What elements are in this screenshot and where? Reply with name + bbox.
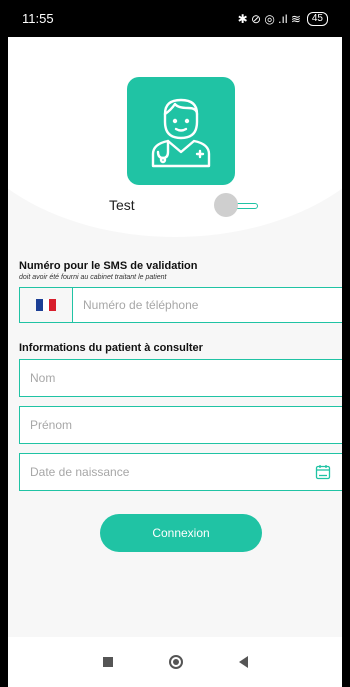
test-toggle-knob[interactable] xyxy=(214,193,238,217)
prenom-field xyxy=(19,406,342,444)
country-selector[interactable] xyxy=(20,288,73,322)
phone-frame: 11:55 ✱ ⊘ ◎ .ıl ≋ 45 Test Numéro pour le xyxy=(0,0,350,687)
status-bar: 11:55 ✱ ⊘ ◎ .ıl ≋ 45 xyxy=(8,0,342,37)
dob-field xyxy=(19,453,342,491)
status-time: 11:55 xyxy=(22,11,54,26)
france-flag-icon xyxy=(36,299,57,311)
nom-field xyxy=(19,359,342,397)
phone-field xyxy=(19,287,342,323)
battery-icon: 45 xyxy=(306,11,328,26)
status-signal-icons: ✱ ⊘ ◎ .ıl ≋ xyxy=(237,11,301,26)
login-screen: Test Numéro pour le SMS de validation do… xyxy=(8,37,342,637)
doctor-icon xyxy=(127,77,235,185)
prenom-input[interactable] xyxy=(20,418,342,432)
sms-section-title: Numéro pour le SMS de validation xyxy=(19,260,198,272)
back-button[interactable] xyxy=(238,656,248,668)
android-nav-bar xyxy=(8,637,342,687)
patient-section-title: Informations du patient à consulter xyxy=(19,342,203,354)
back-icon xyxy=(238,656,248,668)
recent-apps-button[interactable] xyxy=(102,657,113,667)
test-toggle-label: Test xyxy=(109,197,135,213)
recent-apps-icon xyxy=(102,657,113,667)
phone-input[interactable] xyxy=(73,288,342,322)
status-icons: ✱ ⊘ ◎ .ıl ≋ 45 xyxy=(237,11,328,26)
nom-input[interactable] xyxy=(20,371,342,385)
calendar-icon[interactable] xyxy=(315,464,331,480)
home-icon xyxy=(168,655,183,669)
dob-input[interactable] xyxy=(20,465,315,479)
connexion-button[interactable]: Connexion xyxy=(100,514,262,552)
sms-section-hint: doit avoir été fourni au cabinet traitan… xyxy=(19,274,167,281)
home-button[interactable] xyxy=(168,655,183,669)
